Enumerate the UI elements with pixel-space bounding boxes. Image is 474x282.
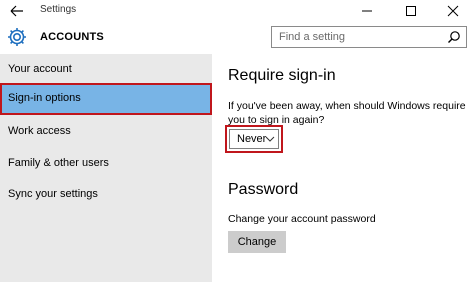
dropdown-highlight: Never [225,125,283,153]
change-button-label: Change [237,236,277,248]
search-input[interactable]: Find a setting [279,31,345,43]
back-button[interactable] [6,2,28,20]
password-heading: Password [228,181,299,198]
page-title: ACCOUNTS [40,31,104,43]
password-description: Change your account password [228,213,376,225]
sidebar-item-label: Family & other users [8,157,109,169]
sidebar-item-sync-your-settings[interactable]: Sync your settings [0,179,212,211]
require-signin-dropdown[interactable]: Never [229,129,279,149]
change-password-button[interactable]: Change [228,231,286,253]
main-content: Require sign-in If you've been away, whe… [212,54,474,282]
require-signin-heading: Require sign-in [228,67,336,84]
title-bar: Settings [0,0,474,22]
gear-icon [6,26,28,48]
window-title: Settings [40,4,77,15]
sidebar-item-label: Sync your settings [8,188,98,200]
search-box[interactable]: Find a setting [271,26,467,48]
dropdown-value: Never [237,133,267,145]
search-icon[interactable] [447,30,461,44]
close-icon [447,5,459,17]
maximize-button[interactable] [396,0,426,22]
maximize-icon [406,6,416,16]
require-signin-description: If you've been away, when should Windows… [228,100,466,126]
sidebar: Your account Sign-in options Work access… [0,54,212,282]
page-header: ACCOUNTS Find a setting [0,22,474,54]
sidebar-item-label: Sign-in options [8,92,81,104]
close-button[interactable] [438,0,468,22]
sidebar-item-sign-in-options[interactable]: Sign-in options [0,83,212,115]
sidebar-item-family-other-users[interactable]: Family & other users [0,148,212,180]
minimize-icon [362,10,372,12]
minimize-button[interactable] [352,0,382,22]
chevron-down-icon [265,136,275,142]
sidebar-item-label: Work access [8,125,71,137]
back-arrow-icon [10,5,23,17]
sidebar-item-label: Your account [8,63,72,75]
sidebar-item-work-access[interactable]: Work access [0,116,212,148]
sidebar-item-your-account[interactable]: Your account [0,54,212,86]
